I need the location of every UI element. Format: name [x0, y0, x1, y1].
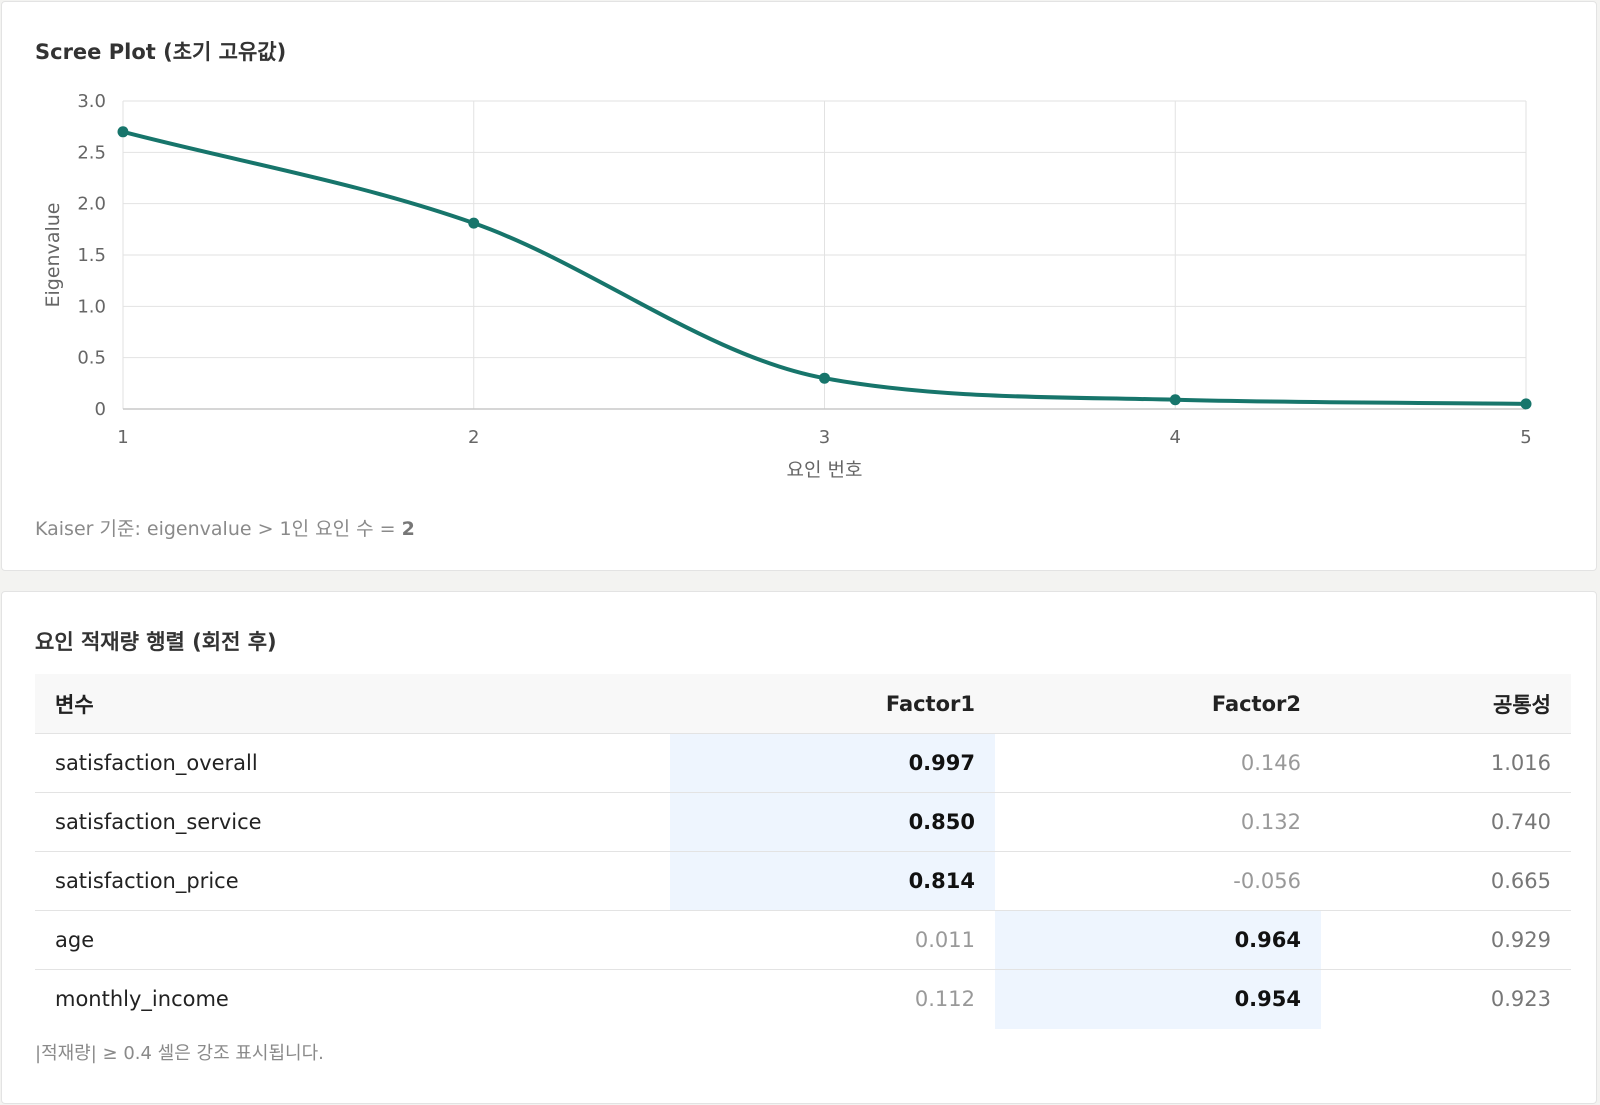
cell-variable: satisfaction_price	[35, 851, 670, 911]
x-axis-label: 요인 번호	[787, 459, 863, 481]
x-tick-label: 4	[1170, 427, 1181, 448]
y-tick-label: 0	[95, 399, 106, 420]
cell-communality: 1.016	[1321, 733, 1571, 793]
header-factor2: Factor2	[995, 674, 1321, 734]
factor-loadings-title: 요인 적재량 행렬 (회전 후)	[35, 630, 277, 654]
eigenvalue-point	[117, 126, 129, 138]
header-factor1: Factor1	[670, 674, 995, 734]
scree-plot-chart: 0 0.5 1.0 1.5 2.0 2.5 3.0 1 2 3 4 5 요인 번호 Eigenvalue	[42, 91, 1532, 481]
y-axis-label: Eigenvalue	[42, 203, 64, 308]
table-row: satisfaction_service 0.850 0.132 0.740	[35, 792, 1571, 852]
eigenvalue-point	[1520, 398, 1532, 410]
eigenvalue-point	[468, 217, 480, 229]
x-tick-label: 5	[1520, 427, 1531, 448]
cell-factor1: 0.011	[670, 910, 995, 970]
y-tick-label: 1.0	[77, 296, 106, 317]
cell-factor1: 0.850	[670, 792, 995, 852]
eigenvalue-point	[819, 372, 830, 384]
highlight-footnote: |적재량| ≥ 0.4 셀은 강조 표시됩니다.	[35, 1043, 324, 1064]
cell-factor1: 0.814	[670, 851, 995, 911]
cell-factor2: 0.964	[995, 910, 1321, 970]
y-tick-label: 2.5	[77, 142, 106, 163]
eigenvalue-point	[1169, 394, 1181, 406]
kaiser-count: 2	[401, 518, 415, 540]
x-tick-label: 2	[468, 427, 479, 448]
y-tick-label: 0.5	[77, 348, 106, 369]
factor-loadings-table: 변수 Factor1 Factor2 공통성 satisfaction_over…	[35, 674, 1571, 1029]
table-row: age 0.011 0.964 0.929	[35, 910, 1571, 970]
cell-communality: 0.929	[1321, 910, 1571, 970]
cell-variable: age	[35, 910, 670, 970]
cell-communality: 0.665	[1321, 851, 1571, 911]
cell-factor2: 0.954	[995, 969, 1321, 1029]
cell-communality: 0.923	[1490, 987, 1551, 1012]
table-row: satisfaction_price 0.814 -0.056 0.665	[35, 851, 1571, 911]
cell-variable: monthly_income	[55, 987, 229, 1012]
cell-factor1: 0.997	[670, 733, 995, 793]
kaiser-criterion-text: Kaiser 기준: eigenvalue > 1인 요인 수 = 2	[35, 514, 415, 541]
scree-plot-card: Scree Plot (초기 고유값) 0 0.5 1.0 1.5 2.0 2.5 3.0 1…	[1, 1, 1597, 571]
cell-factor2: -0.056	[995, 851, 1321, 911]
table-row: monthly_income 0.112 0.954 0.923	[35, 969, 1571, 1029]
x-tick-label: 3	[819, 427, 830, 448]
cell-variable: satisfaction_overall	[35, 733, 670, 793]
y-tick-label: 3.0	[77, 91, 106, 112]
cell-variable: satisfaction_service	[35, 792, 670, 852]
kaiser-label: Kaiser 기준: eigenvalue > 1인 요인 수 =	[35, 518, 402, 540]
table-row: satisfaction_overall 0.997 0.146 1.016	[35, 733, 1571, 793]
cell-factor2: 0.146	[995, 733, 1321, 793]
header-communality: 공통성	[1321, 674, 1571, 734]
table-header-row: 변수 Factor1 Factor2 공통성	[35, 674, 1571, 734]
cell-communality: 0.740	[1321, 792, 1571, 852]
y-tick-label: 2.0	[77, 194, 106, 215]
y-tick-label: 1.5	[77, 245, 106, 266]
cell-factor2: 0.132	[995, 792, 1321, 852]
x-tick-label: 1	[117, 427, 128, 448]
header-variable: 변수	[35, 674, 670, 734]
cell-factor1: 0.112	[914, 987, 975, 1012]
factor-loadings-card: 요인 적재량 행렬 (회전 후) 변수 Factor1 Factor2 공통성 …	[1, 591, 1597, 1104]
